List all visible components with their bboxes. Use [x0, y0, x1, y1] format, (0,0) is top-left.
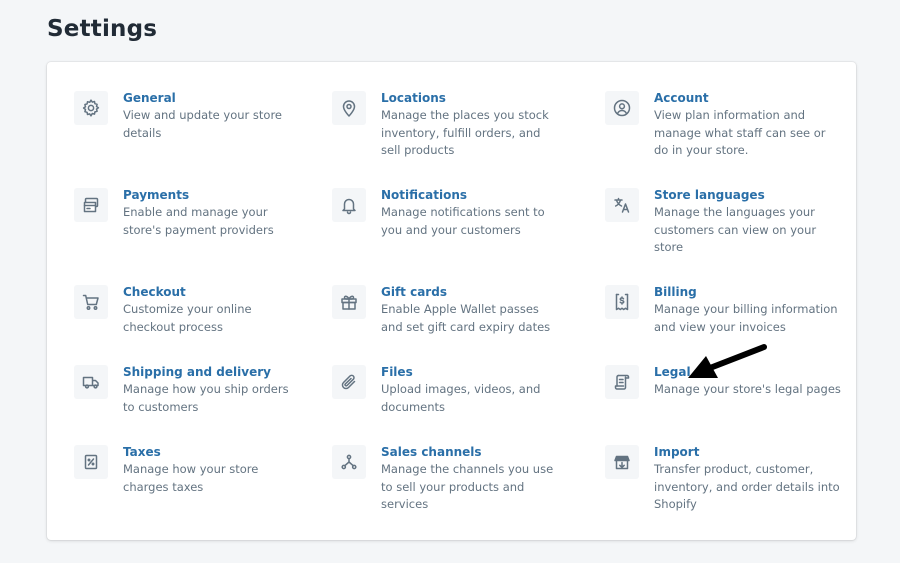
setting-notifications-title: Notifications [381, 188, 468, 202]
gift-icon [332, 285, 366, 319]
translate-icon [605, 188, 639, 222]
setting-locations-title: Locations [381, 91, 446, 105]
setting-payments-title: Payments [123, 188, 190, 202]
setting-billing-description: Manage your billing information and view… [654, 302, 838, 334]
scroll-icon [605, 365, 639, 399]
setting-gift-cards-title: Gift cards [381, 285, 447, 299]
credit-card-icon [74, 188, 108, 222]
setting-files-description: Upload images, videos, and documents [381, 382, 541, 414]
setting-shipping-and-delivery-title: Shipping and delivery [123, 365, 271, 379]
cart-icon [74, 285, 108, 319]
setting-taxes-description: Manage how your store charges taxes [123, 462, 259, 494]
paperclip-icon [332, 365, 366, 399]
setting-legal-title: Legal [654, 365, 691, 379]
setting-payments-description: Enable and manage your store's payment p… [123, 205, 274, 237]
user-icon [605, 91, 639, 125]
setting-sales-channels-description: Manage the channels you use to sell your… [381, 462, 554, 511]
location-pin-icon [332, 91, 366, 125]
setting-import-title: Import [654, 445, 700, 459]
setting-legal-description: Manage your store's legal pages [654, 382, 841, 396]
setting-import-description: Transfer product, customer, inventory, a… [654, 462, 840, 511]
invoice-icon [605, 285, 639, 319]
setting-store-languages-title: Store languages [654, 188, 765, 202]
setting-locations-description: Manage the places you stock inventory, f… [381, 108, 549, 157]
page-title: Settings [47, 16, 158, 42]
setting-notifications-description: Manage notifications sent to you and you… [381, 205, 545, 237]
setting-account-description: View plan information and manage what st… [654, 108, 826, 157]
setting-taxes-title: Taxes [123, 445, 161, 459]
setting-files-title: Files [381, 365, 413, 379]
setting-general-title: General [123, 91, 176, 105]
setting-sales-channels-title: Sales channels [381, 445, 482, 459]
settings-card: General View and update your store detai… [47, 62, 856, 540]
setting-account-title: Account [654, 91, 709, 105]
tax-icon [74, 445, 108, 479]
bell-icon [332, 188, 366, 222]
setting-checkout-description: Customize your online checkout process [123, 302, 252, 334]
channels-icon [332, 445, 366, 479]
setting-shipping-and-delivery-description: Manage how you ship orders to customers [123, 382, 289, 414]
setting-general-description: View and update your store details [123, 108, 283, 140]
setting-checkout-title: Checkout [123, 285, 186, 299]
gear-icon [74, 91, 108, 125]
setting-billing-title: Billing [654, 285, 697, 299]
import-icon [605, 445, 639, 479]
truck-icon [74, 365, 108, 399]
setting-store-languages-description: Manage the languages your customers can … [654, 205, 817, 254]
setting-gift-cards-description: Enable Apple Wallet passes and set gift … [381, 302, 551, 334]
